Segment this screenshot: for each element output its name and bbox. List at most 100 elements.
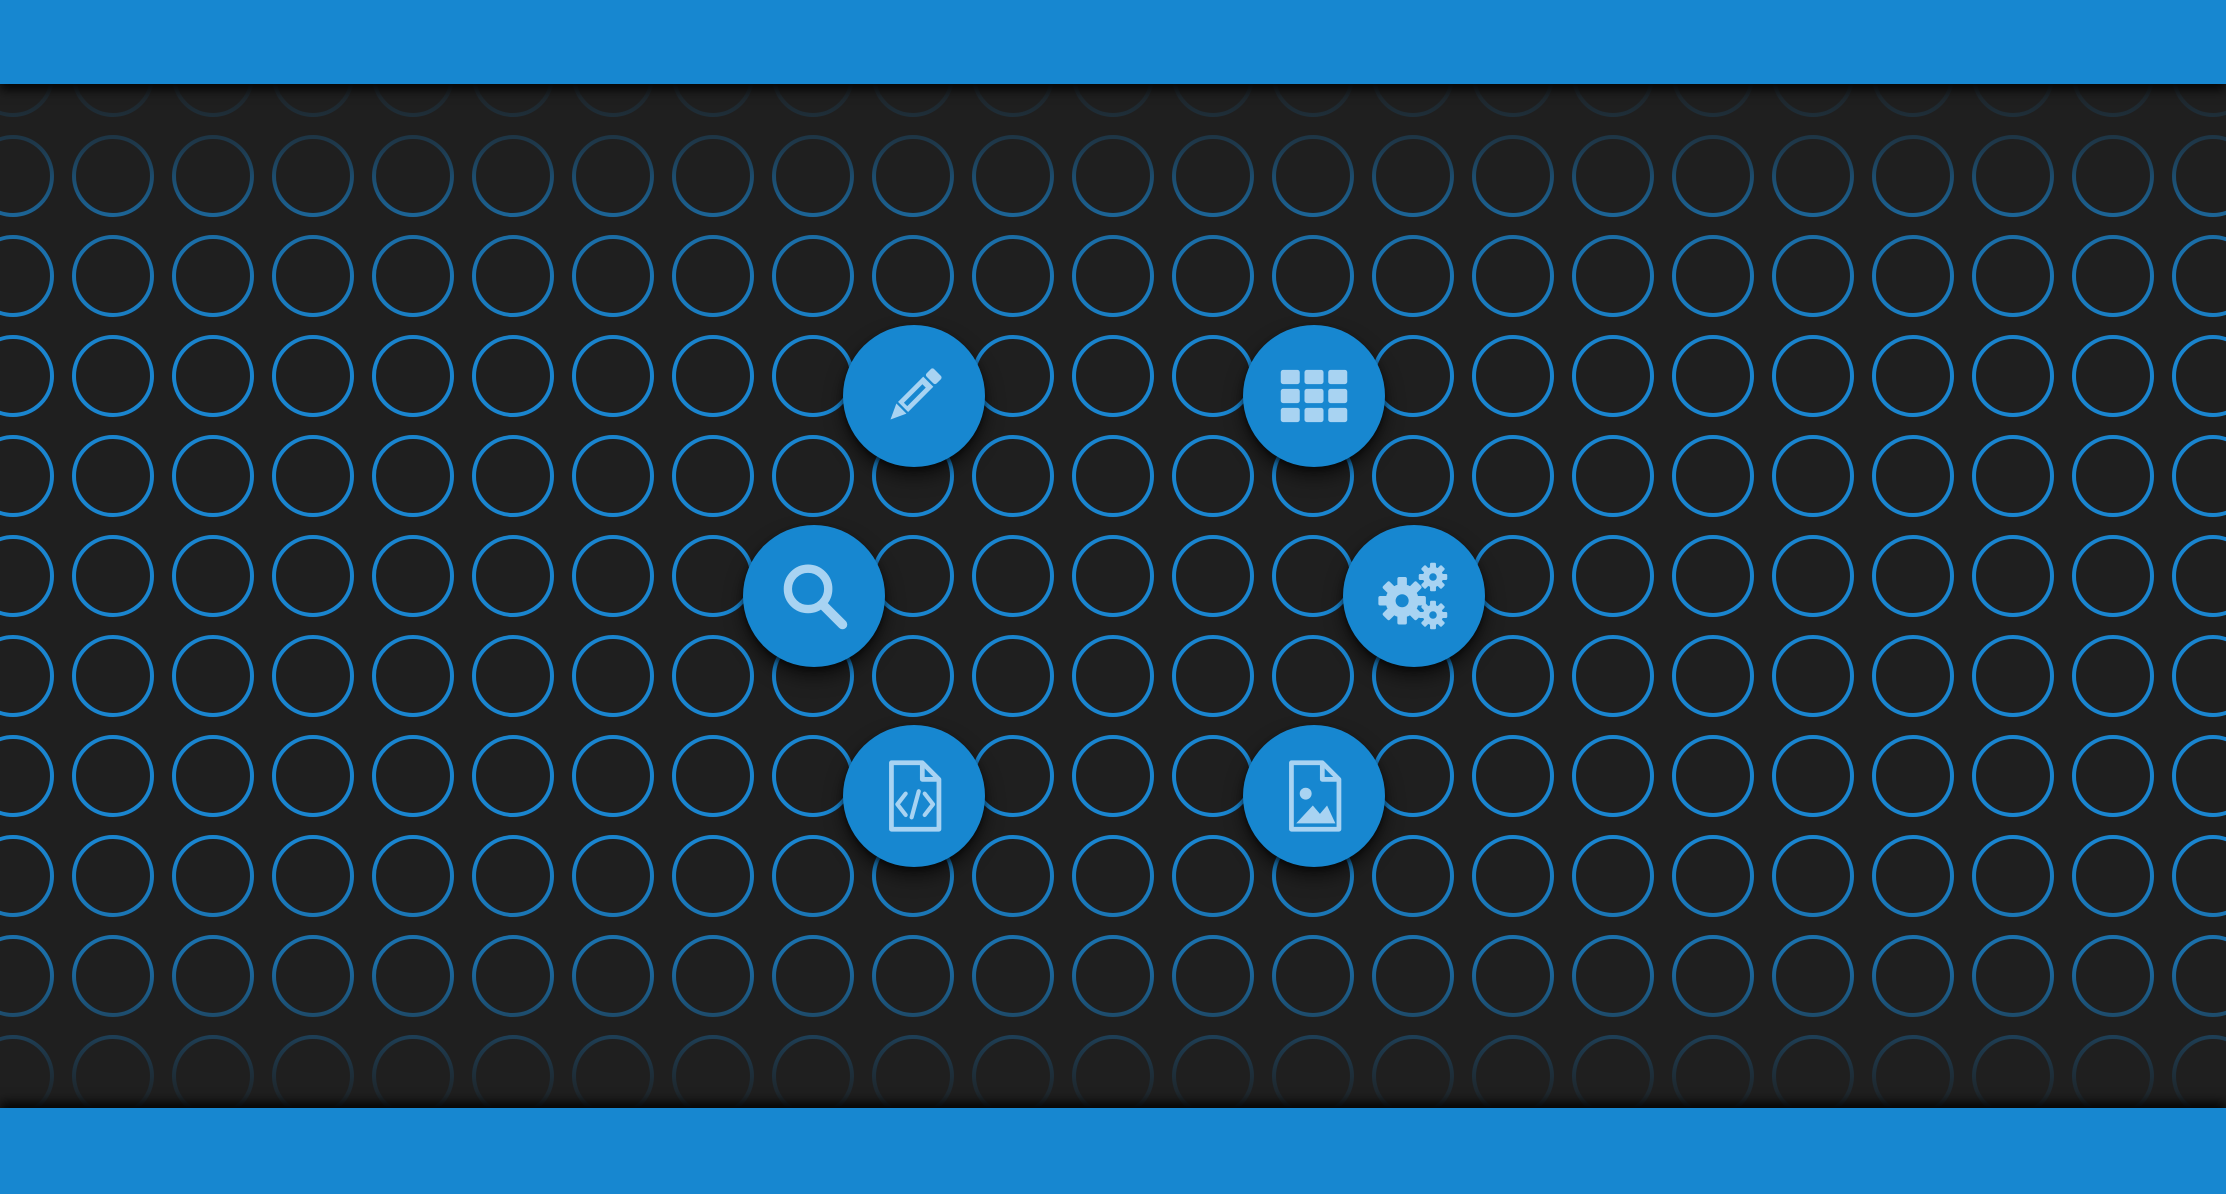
ring <box>1772 635 1854 717</box>
bottom-bar <box>0 1108 2226 1194</box>
ring <box>2072 84 2154 117</box>
ring <box>0 335 54 417</box>
ring <box>672 84 754 117</box>
ring <box>1872 335 1954 417</box>
ring <box>1672 1035 1754 1108</box>
ring <box>1872 135 1954 217</box>
ring <box>2172 935 2226 1017</box>
ring <box>972 1035 1054 1108</box>
apps-button[interactable] <box>1243 325 1385 467</box>
ring <box>272 835 354 917</box>
ring <box>1172 435 1254 517</box>
ring <box>972 635 1054 717</box>
ring <box>372 435 454 517</box>
ring <box>1372 335 1454 417</box>
ring <box>1972 635 2054 717</box>
ring <box>72 435 154 517</box>
ring <box>1972 84 2054 117</box>
ring <box>2172 335 2226 417</box>
ring <box>472 735 554 817</box>
ring <box>772 335 854 417</box>
image-file-icon <box>1289 760 1342 832</box>
ring <box>572 535 654 617</box>
ring <box>1572 935 1654 1017</box>
ring <box>172 135 254 217</box>
ring <box>2172 84 2226 117</box>
ring <box>1072 635 1154 717</box>
edit-button[interactable] <box>843 325 985 467</box>
ring <box>372 235 454 317</box>
ring <box>1472 735 1554 817</box>
ring <box>1372 135 1454 217</box>
ring <box>1272 84 1354 117</box>
ring <box>72 735 154 817</box>
ring <box>1472 435 1554 517</box>
ring <box>0 84 54 117</box>
image-file-button[interactable] <box>1243 725 1385 867</box>
ring <box>1272 1035 1354 1108</box>
ring <box>672 235 754 317</box>
ring <box>1472 835 1554 917</box>
ring <box>1472 535 1554 617</box>
ring <box>472 335 554 417</box>
ring <box>272 635 354 717</box>
ring <box>172 935 254 1017</box>
ring <box>1572 1035 1654 1108</box>
ring <box>672 635 754 717</box>
ring <box>1472 935 1554 1017</box>
settings-button[interactable] <box>1343 525 1485 667</box>
search-button[interactable] <box>743 525 885 667</box>
ring <box>872 84 954 117</box>
ring <box>372 535 454 617</box>
ring <box>1572 435 1654 517</box>
ring <box>272 1035 354 1108</box>
ring <box>2072 1035 2154 1108</box>
ring <box>372 135 454 217</box>
ring <box>1172 835 1254 917</box>
ring <box>1172 735 1254 817</box>
ring <box>1072 435 1154 517</box>
ring <box>872 1035 954 1108</box>
ring <box>472 235 554 317</box>
ring <box>1772 735 1854 817</box>
ring <box>72 635 154 717</box>
ring <box>72 1035 154 1108</box>
ring <box>772 735 854 817</box>
ring <box>272 84 354 117</box>
ring <box>0 235 54 317</box>
ring <box>1772 435 1854 517</box>
ring <box>572 235 654 317</box>
ring <box>272 735 354 817</box>
ring <box>372 84 454 117</box>
ring <box>1572 84 1654 117</box>
ring <box>1172 1035 1254 1108</box>
ring <box>372 735 454 817</box>
ring <box>1872 935 1954 1017</box>
ring <box>1672 135 1754 217</box>
ring <box>1372 235 1454 317</box>
code-file-button[interactable] <box>843 725 985 867</box>
ring <box>672 435 754 517</box>
ring <box>572 835 654 917</box>
ring <box>2172 535 2226 617</box>
ring <box>372 335 454 417</box>
ring <box>272 235 354 317</box>
ring <box>572 84 654 117</box>
ring <box>72 135 154 217</box>
ring <box>1972 935 2054 1017</box>
ring <box>1672 84 1754 117</box>
ring <box>1072 135 1154 217</box>
ring <box>2072 535 2154 617</box>
ring <box>1372 435 1454 517</box>
ring <box>72 835 154 917</box>
ring <box>0 735 54 817</box>
ring <box>2172 135 2226 217</box>
ring <box>1972 835 2054 917</box>
ring <box>472 84 554 117</box>
ring <box>1872 635 1954 717</box>
ring <box>272 535 354 617</box>
ring <box>172 1035 254 1108</box>
ring <box>2172 435 2226 517</box>
ring <box>1572 635 1654 717</box>
ring <box>1472 335 1554 417</box>
